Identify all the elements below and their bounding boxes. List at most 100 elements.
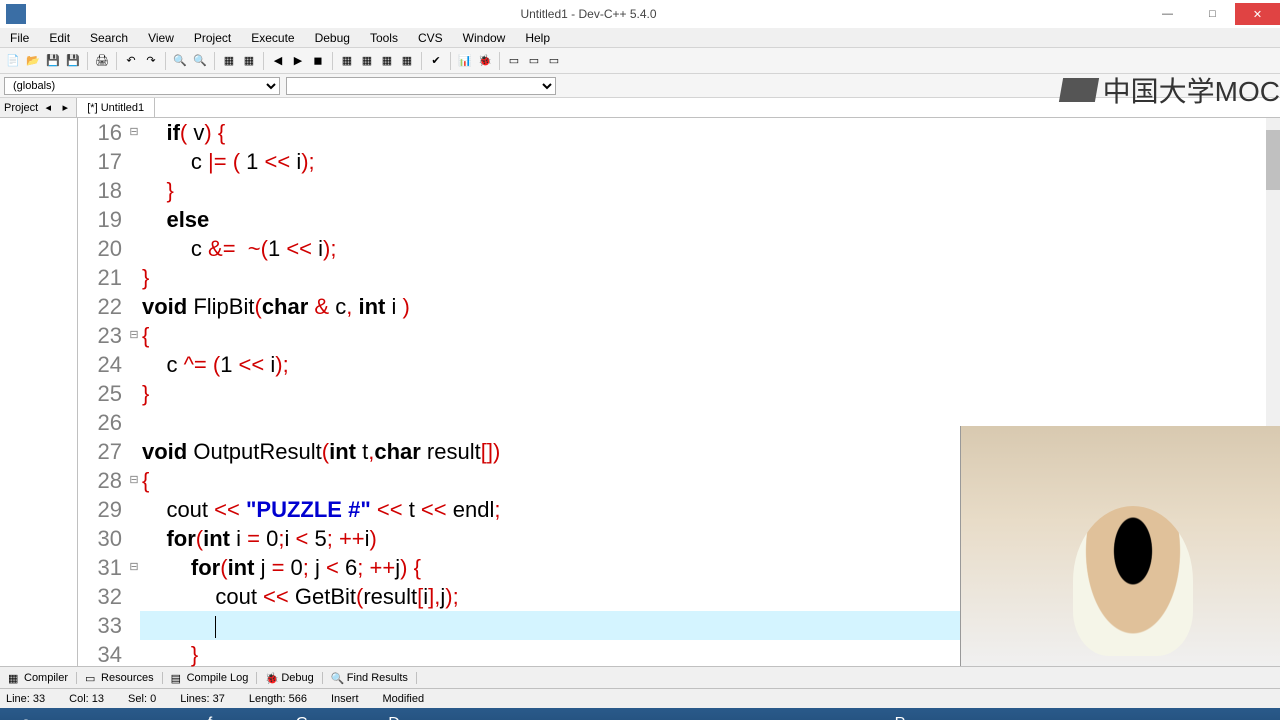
bottom-tab-compiler[interactable]: ▦Compiler xyxy=(0,672,77,684)
grid-icon[interactable]: ▦ xyxy=(378,52,396,70)
status-lines-label: Lines: xyxy=(180,693,209,705)
taskbar-app-button[interactable]: ▭ xyxy=(464,710,508,720)
separator xyxy=(499,52,500,70)
app-icon xyxy=(6,4,26,24)
status-bar: Line: 33 Col: 13 Sel: 0 Lines: 37 Length… xyxy=(0,688,1280,708)
bottom-tabs: ▦Compiler▭Resources▤Compile Log🐞Debug🔍Fi… xyxy=(0,666,1280,688)
menu-execute[interactable]: Execute xyxy=(243,29,302,47)
taskbar-app-button[interactable]: ▭ xyxy=(648,710,692,720)
run-icon[interactable]: ▦ xyxy=(240,52,258,70)
check-icon[interactable]: ✔ xyxy=(427,52,445,70)
grid-icon[interactable]: ▦ xyxy=(358,52,376,70)
code-line[interactable]: } xyxy=(140,379,1280,408)
undo-icon[interactable]: ↶ xyxy=(122,52,140,70)
taskbar-app-button[interactable]: G xyxy=(280,710,324,720)
taskbar-app-button[interactable]: e xyxy=(4,710,48,720)
taskbar-app-button[interactable]: f xyxy=(188,710,232,720)
new-file-icon[interactable]: 📄 xyxy=(4,52,22,70)
status-len-label: Length: xyxy=(249,693,286,705)
step-icon[interactable]: ▭ xyxy=(545,52,563,70)
tab-next-icon[interactable]: ▸ xyxy=(58,101,72,114)
menu-window[interactable]: Window xyxy=(455,29,514,47)
windows-taskbar[interactable]: e▭▭▭f▭G▭D▭▭▭▭▭▭▭▭▭▭P xyxy=(0,708,1280,720)
status-modified: Modified xyxy=(383,693,425,705)
document-tab[interactable]: [*] Untitled1 xyxy=(77,98,155,117)
taskbar-app-button[interactable]: D xyxy=(372,710,416,720)
project-tab-label: Project xyxy=(4,102,38,114)
replace-icon[interactable]: 🔍 xyxy=(191,52,209,70)
grid-icon[interactable]: ▦ xyxy=(338,52,356,70)
taskbar-app-button[interactable]: P xyxy=(878,710,922,720)
code-line[interactable]: c |= ( 1 << i); xyxy=(140,147,1280,176)
code-line[interactable]: void FlipBit(char & c, int i ) xyxy=(140,292,1280,321)
status-line-label: Line: xyxy=(6,693,30,705)
taskbar-app-button[interactable]: ▭ xyxy=(694,710,738,720)
code-line[interactable]: } xyxy=(140,176,1280,205)
taskbar-app-button[interactable]: ▭ xyxy=(96,710,140,720)
save-all-icon[interactable]: 💾 xyxy=(64,52,82,70)
code-line[interactable]: if( v) { xyxy=(140,118,1280,147)
member-select[interactable] xyxy=(286,77,556,95)
menu-project[interactable]: Project xyxy=(186,29,239,47)
menu-cvs[interactable]: CVS xyxy=(410,29,451,47)
tab-row: Project ◂ ▸ [*] Untitled1 xyxy=(0,98,1280,118)
compile-icon[interactable]: ▦ xyxy=(220,52,238,70)
minimize-button[interactable]: — xyxy=(1145,3,1190,25)
bookmark-icon[interactable]: ◼ xyxy=(309,52,327,70)
menu-file[interactable]: File xyxy=(2,29,37,47)
status-lines: 37 xyxy=(213,693,225,705)
taskbar-app-button[interactable]: ▭ xyxy=(234,710,278,720)
bug-icon[interactable]: 🐞 xyxy=(476,52,494,70)
menu-debug[interactable]: Debug xyxy=(307,29,358,47)
taskbar-app-button[interactable]: ▭ xyxy=(602,710,646,720)
status-line: 33 xyxy=(33,693,45,705)
menu-view[interactable]: View xyxy=(140,29,182,47)
separator xyxy=(165,52,166,70)
print-icon[interactable]: 🖨 xyxy=(93,52,111,70)
code-line[interactable]: { xyxy=(140,321,1280,350)
taskbar-app-button[interactable]: ▭ xyxy=(142,710,186,720)
code-line[interactable]: c &= ~(1 << i); xyxy=(140,234,1280,263)
taskbar-app-button[interactable]: ▭ xyxy=(740,710,784,720)
code-line[interactable]: } xyxy=(140,263,1280,292)
bottom-tab-compile-log[interactable]: ▤Compile Log xyxy=(163,672,258,684)
status-len: 566 xyxy=(289,693,307,705)
save-icon[interactable]: 💾 xyxy=(44,52,62,70)
menu-help[interactable]: Help xyxy=(517,29,558,47)
maximize-button[interactable]: □ xyxy=(1190,3,1235,25)
tab-prev-icon[interactable]: ◂ xyxy=(41,101,55,114)
fold-column[interactable]: ⊟⊟⊟⊟ xyxy=(128,118,140,666)
project-panel-tab[interactable]: Project ◂ ▸ xyxy=(0,98,77,117)
taskbar-app-button[interactable]: ▭ xyxy=(326,710,370,720)
taskbar-app-button[interactable]: ▭ xyxy=(832,710,876,720)
menu-search[interactable]: Search xyxy=(82,29,136,47)
taskbar-app-button[interactable]: ▭ xyxy=(556,710,600,720)
bottom-tab-resources[interactable]: ▭Resources xyxy=(77,672,163,684)
bottom-tab-debug[interactable]: 🐞Debug xyxy=(257,672,322,684)
menu-tools[interactable]: Tools xyxy=(362,29,406,47)
scrollbar-thumb[interactable] xyxy=(1266,130,1280,190)
scope-select[interactable]: (globals) xyxy=(4,77,280,95)
code-line[interactable]: c ^= (1 << i); xyxy=(140,350,1280,379)
step-icon[interactable]: ▭ xyxy=(505,52,523,70)
nav-back-icon[interactable]: ◀ xyxy=(269,52,287,70)
code-line[interactable]: else xyxy=(140,205,1280,234)
taskbar-app-button[interactable]: ▭ xyxy=(786,710,830,720)
grid-icon[interactable]: ▦ xyxy=(398,52,416,70)
redo-icon[interactable]: ↷ xyxy=(142,52,160,70)
taskbar-app-button[interactable]: ▭ xyxy=(510,710,554,720)
close-button[interactable]: ✕ xyxy=(1235,3,1280,25)
chart-icon[interactable]: 📊 xyxy=(456,52,474,70)
bottom-tab-find-results[interactable]: 🔍Find Results xyxy=(323,672,417,684)
project-sidebar[interactable] xyxy=(0,118,78,666)
separator xyxy=(263,52,264,70)
window-title: Untitled1 - Dev-C++ 5.4.0 xyxy=(32,7,1145,21)
nav-fwd-icon[interactable]: ▶ xyxy=(289,52,307,70)
line-number-gutter: 16171819202122232425262728293031323334 xyxy=(78,118,128,666)
taskbar-app-button[interactable]: ▭ xyxy=(418,710,462,720)
menu-edit[interactable]: Edit xyxy=(41,29,78,47)
open-icon[interactable]: 📂 xyxy=(24,52,42,70)
step-icon[interactable]: ▭ xyxy=(525,52,543,70)
taskbar-app-button[interactable]: ▭ xyxy=(50,710,94,720)
find-icon[interactable]: 🔍 xyxy=(171,52,189,70)
